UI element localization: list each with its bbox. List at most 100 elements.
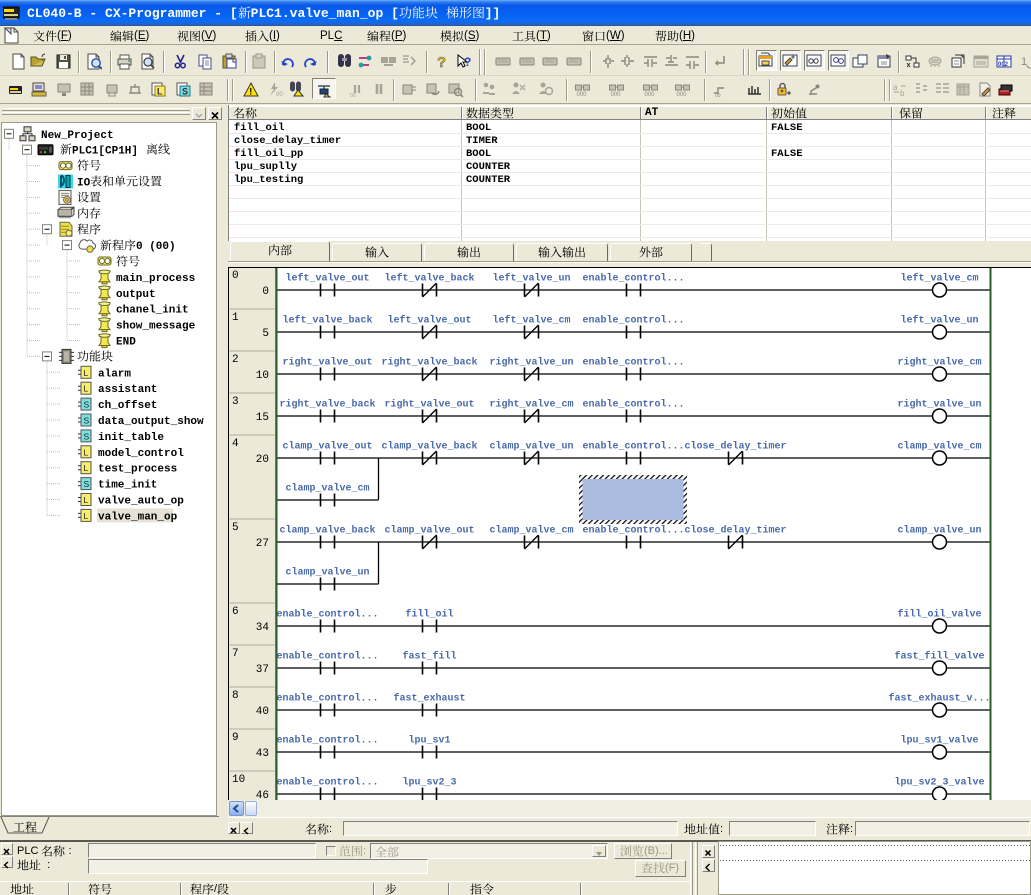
svg-text:000: 000 xyxy=(577,92,588,98)
svg-text:000: 000 xyxy=(611,92,622,98)
svg-text:right_valve_out: right_valve_out xyxy=(384,399,474,411)
svg-text:002: 002 xyxy=(998,62,1009,68)
svg-text:right_valve_cm: right_valve_cm xyxy=(897,357,981,369)
svg-text:left_valve_un: left_valve_un xyxy=(492,273,570,285)
svg-text:right_valve_back: right_valve_back xyxy=(381,357,477,369)
svg-text:clamp_valve_out: clamp_valve_out xyxy=(282,441,372,453)
svg-text:00: 00 xyxy=(276,92,283,98)
svg-text:enable_control...: enable_control... xyxy=(582,357,684,369)
svg-text:left_valve_cm: left_valve_cm xyxy=(492,315,570,327)
svg-text:fast_exhaust_v...: fast_exhaust_v... xyxy=(888,693,990,705)
svg-text:left_valve_cm: left_valve_cm xyxy=(900,273,978,285)
svg-text:enable_control...: enable_control... xyxy=(276,609,378,621)
svg-text:5: 5 xyxy=(262,328,269,340)
svg-text:init_table: init_table xyxy=(98,432,164,444)
svg-text:clamp_valve_un: clamp_valve_un xyxy=(285,567,369,579)
svg-text:clamp_valve_un: clamp_valve_un xyxy=(489,441,573,453)
svg-text:enable_control...: enable_control... xyxy=(582,399,684,411)
svg-text:lpu_sv1: lpu_sv1 xyxy=(408,735,450,747)
svg-text:left_valve_back: left_valve_back xyxy=(384,273,474,285)
svg-text:chanel_init: chanel_init xyxy=(116,305,189,317)
svg-text:clamp_valve_cm: clamp_valve_cm xyxy=(489,525,573,537)
svg-text:main_process: main_process xyxy=(116,273,195,285)
svg-text:test_process: test_process xyxy=(98,464,177,476)
svg-text:data_output_show: data_output_show xyxy=(98,416,204,428)
svg-text:fast_fill_valve: fast_fill_valve xyxy=(894,651,984,663)
svg-text:right_valve_back: right_valve_back xyxy=(279,399,375,411)
svg-text:L: L xyxy=(157,87,163,97)
svg-text:b: b xyxy=(900,89,905,98)
svg-text:40: 40 xyxy=(256,706,269,718)
svg-text:S: S xyxy=(84,400,90,410)
svg-text:00: 00 xyxy=(715,93,721,98)
svg-text:fast_fill: fast_fill xyxy=(402,651,456,663)
svg-text:2: 2 xyxy=(232,354,239,366)
svg-text:1: 1 xyxy=(232,312,239,324)
svg-text:valve_man_op: valve_man_op xyxy=(98,511,178,523)
svg-text:S: S xyxy=(182,87,188,97)
svg-text:46: 46 xyxy=(256,790,269,800)
svg-text:20: 20 xyxy=(256,454,269,466)
svg-text:close_delay_timer: close_delay_timer xyxy=(684,525,786,537)
svg-text:L: L xyxy=(84,511,89,521)
svg-text:S: S xyxy=(84,416,90,426)
svg-text:enable_control...: enable_control... xyxy=(582,315,684,327)
svg-text:10: 10 xyxy=(256,370,269,382)
svg-text:enable_control...: enable_control... xyxy=(582,273,684,285)
svg-text:clamp_valve_out: clamp_valve_out xyxy=(384,525,474,537)
svg-text:10: 10 xyxy=(232,774,245,786)
svg-text:L: L xyxy=(84,495,89,505)
svg-text:left_valve_out: left_valve_out xyxy=(387,315,471,327)
svg-text:L: L xyxy=(84,447,89,457)
svg-text:clamp_valve_cm: clamp_valve_cm xyxy=(897,441,981,453)
svg-text:show_message: show_message xyxy=(116,321,196,333)
svg-text:lpu_sv2_3: lpu_sv2_3 xyxy=(402,777,456,789)
svg-text:15: 15 xyxy=(256,412,269,424)
svg-text:27: 27 xyxy=(256,538,269,550)
svg-text:enable_control...: enable_control... xyxy=(276,777,378,789)
svg-text:43: 43 xyxy=(256,748,269,760)
svg-text:clamp_valve_back: clamp_valve_back xyxy=(381,441,477,453)
svg-text:right_valve_out: right_valve_out xyxy=(282,357,372,369)
svg-text:fast_exhaust: fast_exhaust xyxy=(393,693,465,705)
svg-text:5: 5 xyxy=(232,522,239,534)
svg-text:left_valve_out: left_valve_out xyxy=(285,273,369,285)
svg-text:3: 3 xyxy=(232,396,239,408)
svg-text:S: S xyxy=(84,479,90,489)
svg-text:?: ? xyxy=(464,55,471,69)
svg-text:8: 8 xyxy=(232,690,239,702)
svg-text:4: 4 xyxy=(232,438,239,450)
svg-text:6: 6 xyxy=(232,606,239,618)
svg-text:0 (00): 0 (00) xyxy=(136,241,176,253)
svg-text:enable_control...: enable_control... xyxy=(276,693,378,705)
svg-text:ch_offset: ch_offset xyxy=(98,400,157,412)
svg-text:9: 9 xyxy=(232,732,239,744)
svg-text:!: ! xyxy=(249,87,252,97)
svg-text:lpu_sv1_valve: lpu_sv1_valve xyxy=(900,735,978,747)
svg-text:clamp_valve_un: clamp_valve_un xyxy=(897,525,981,537)
svg-text:END: END xyxy=(116,337,136,349)
svg-text:clamp_valve_cm: clamp_valve_cm xyxy=(285,483,369,495)
svg-text:close_delay_timer: close_delay_timer xyxy=(684,441,786,453)
svg-text:clamp_valve_back: clamp_valve_back xyxy=(279,525,375,537)
svg-text:34: 34 xyxy=(256,622,270,634)
svg-text:model_control: model_control xyxy=(98,448,184,460)
svg-text:L: L xyxy=(84,463,89,473)
svg-text:output: output xyxy=(116,289,156,301)
svg-text:enable_control...: enable_control... xyxy=(276,651,378,663)
svg-text:right_valve_un: right_valve_un xyxy=(489,357,573,369)
svg-text:left_valve_un: left_valve_un xyxy=(900,315,978,327)
svg-text:fill_oil_valve: fill_oil_valve xyxy=(897,609,981,621)
svg-text:37: 37 xyxy=(256,664,269,676)
svg-text:PLC1[CP1H]: PLC1[CP1H] xyxy=(72,146,138,158)
svg-text:enable_control...: enable_control... xyxy=(276,735,378,747)
svg-text:IO: IO xyxy=(77,178,91,190)
svg-text:000: 000 xyxy=(677,92,688,98)
svg-text:alarm: alarm xyxy=(98,368,131,380)
svg-text:000: 000 xyxy=(645,92,656,98)
svg-text:0: 0 xyxy=(262,286,269,298)
svg-text:?: ? xyxy=(437,54,446,70)
svg-text:L: L xyxy=(84,368,89,378)
svg-text:valve_auto_op: valve_auto_op xyxy=(98,496,184,508)
svg-text:New_Project: New_Project xyxy=(41,130,114,142)
